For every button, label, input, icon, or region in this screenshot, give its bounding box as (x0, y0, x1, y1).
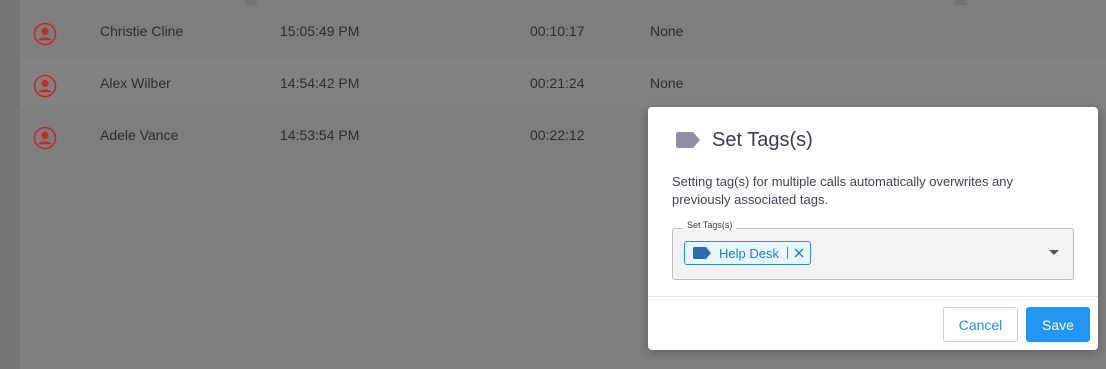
dialog-header: Set Tags(s) (676, 125, 813, 155)
footer-divider (648, 296, 1098, 297)
dialog-description: Setting tag(s) for multiple calls automa… (672, 174, 1014, 207)
chip-divider (786, 247, 788, 259)
tags-select-label: Set Tags(s) (683, 220, 737, 230)
save-button[interactable]: Save (1026, 307, 1090, 342)
tags-select[interactable]: Set Tags(s) Help Desk (672, 220, 1074, 280)
dialog-title: Set Tags(s) (712, 128, 813, 151)
cancel-button[interactable]: Cancel (943, 307, 1018, 342)
caret-down-icon[interactable] (1049, 250, 1059, 255)
set-tags-dialog: Set Tags(s) Setting tag(s) for multiple … (648, 107, 1098, 350)
tag-chip-help-desk[interactable]: Help Desk (684, 241, 811, 265)
close-icon[interactable] (794, 248, 804, 258)
tag-chip-label: Help Desk (719, 245, 779, 261)
tag-icon (676, 132, 700, 148)
tag-icon (693, 247, 711, 259)
